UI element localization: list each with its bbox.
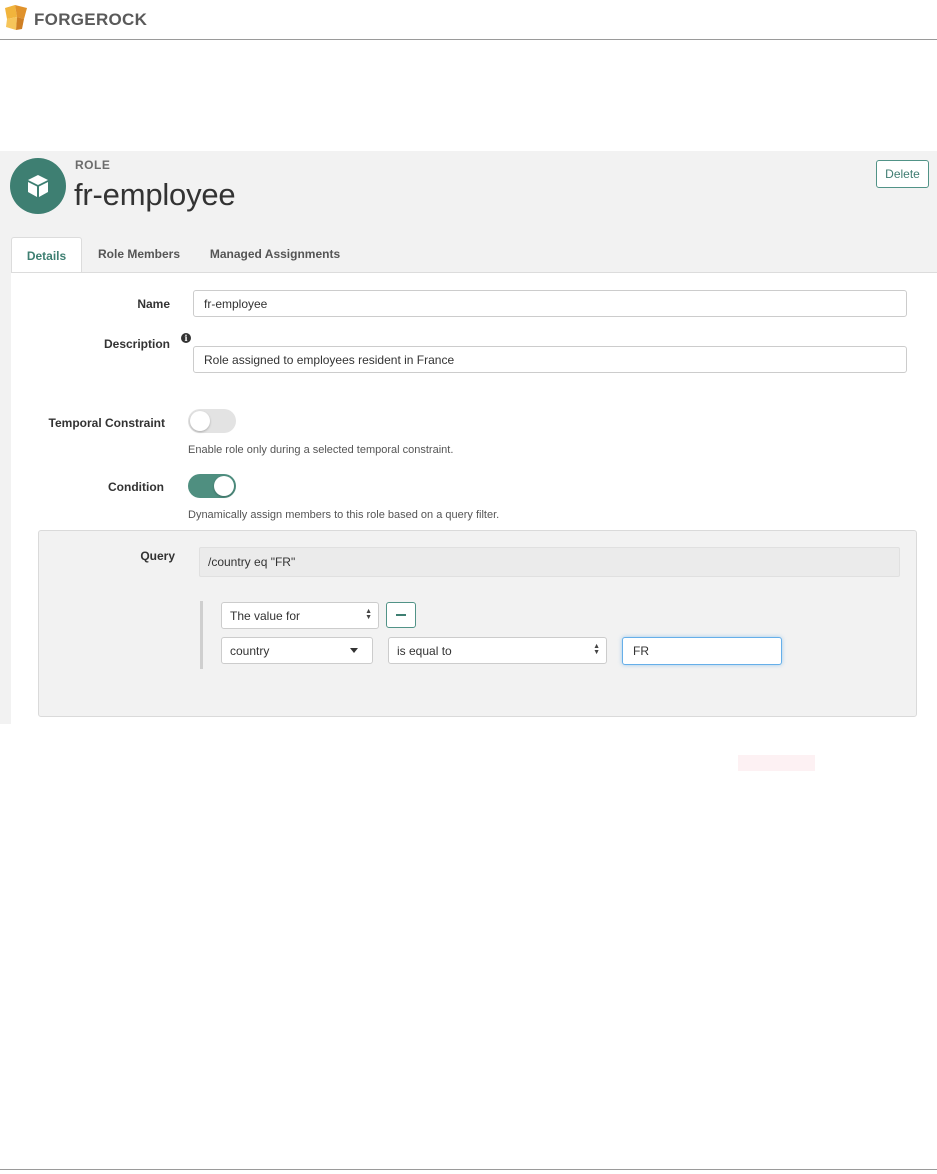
description-label: Description [103,337,170,351]
minus-icon [396,614,406,616]
bottom-divider [0,1169,937,1170]
operator-select[interactable]: is equal to ▲ ▼ [388,637,607,664]
remove-rule-button[interactable] [386,602,416,628]
temporal-constraint-label: Temporal Constraint [48,416,165,430]
query-expression: /country eq "FR" [199,547,900,577]
name-field[interactable]: fr-employee [193,290,907,317]
tab-role-members[interactable]: Role Members [88,237,190,271]
cube-icon [28,175,48,197]
condition-label: Condition [108,480,164,494]
temporal-constraint-toggle[interactable] [188,409,236,433]
name-label: Name [137,297,170,311]
rule-type-select[interactable]: The value for ▲ ▼ [221,602,379,629]
condition-help: Dynamically assign members to this role … [188,509,500,521]
delete-button[interactable]: Delete [876,160,929,188]
updown-caret-icon: ▲ ▼ [365,608,372,621]
forgerock-logo-icon [5,5,27,30]
field-value: country [230,643,270,658]
query-label: Query [140,549,175,563]
operator-value: is equal to [397,643,452,658]
role-avatar [10,158,66,214]
page-title: fr-employee [74,177,236,212]
rule-type-value: The value for [230,608,301,623]
condition-toggle[interactable] [188,474,236,498]
app-header: FORGEROCK [0,0,937,40]
toggle-knob [190,411,210,431]
highlight-mark [738,755,815,771]
toggle-knob [214,476,234,496]
brand-name: FORGEROCK [34,10,148,29]
field-select[interactable]: country [221,637,373,664]
info-icon[interactable]: i [181,333,191,343]
description-field[interactable]: Role assigned to employees resident in F… [193,346,907,373]
rule-group-line [200,601,203,669]
temporal-constraint-help: Enable role only during a selected tempo… [188,444,454,456]
chevron-down-icon [350,648,358,653]
tab-details[interactable]: Details [11,237,82,273]
role-kicker: ROLE [75,158,111,172]
compare-value-input[interactable]: FR [622,637,782,665]
updown-caret-icon: ▲ ▼ [593,643,600,656]
tab-managed-assignments[interactable]: Managed Assignments [202,237,348,271]
